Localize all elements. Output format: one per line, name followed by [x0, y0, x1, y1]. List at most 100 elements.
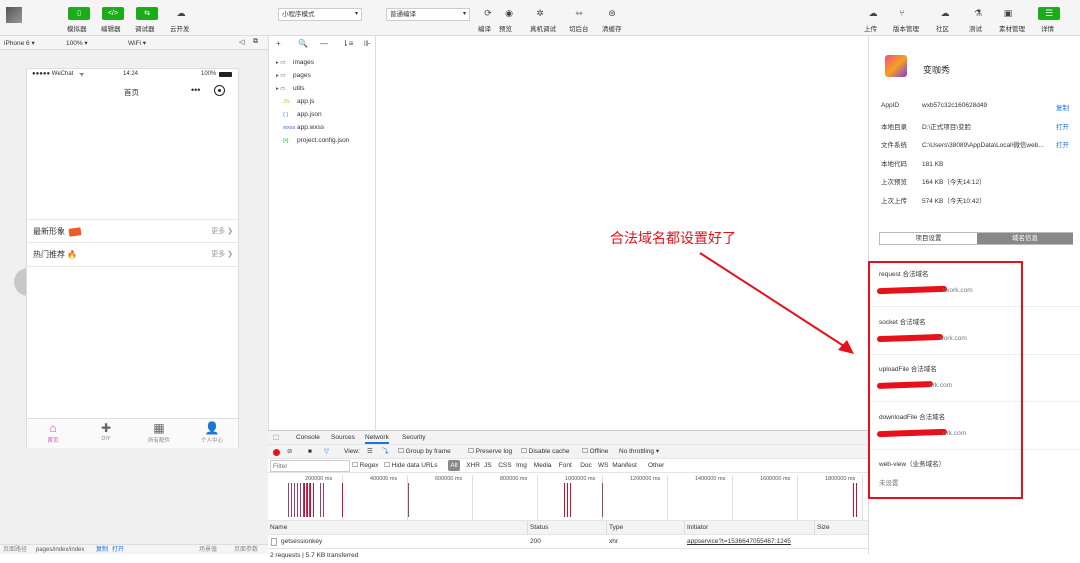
group-by-frame-checkbox[interactable]: ☐ Group by frame — [398, 445, 451, 459]
info-action-link[interactable]: 打开 — [1056, 139, 1069, 149]
info-action-link[interactable]: 打开 — [1056, 121, 1069, 131]
preserve-log-checkbox[interactable]: ☐ Preserve log — [468, 445, 512, 459]
toolbar-button-label[interactable]: 模拟器 — [67, 23, 87, 33]
debug-icon[interactable]: ⇆ — [136, 7, 158, 20]
bug-icon[interactable]: ✲ — [532, 7, 548, 20]
filter-type-regex[interactable]: ☐ Regex — [352, 459, 378, 473]
tab-security[interactable]: Security — [402, 431, 425, 445]
code-icon[interactable]: </> — [102, 7, 124, 20]
search-icon[interactable]: 🔍 — [298, 39, 308, 48]
collapse-icon[interactable]: — — [320, 39, 328, 48]
close-capsule-icon[interactable] — [214, 85, 225, 96]
more-link[interactable]: 更多 ❯ — [211, 220, 233, 244]
background-icon[interactable]: ⇿ — [571, 7, 587, 20]
filter-type-other[interactable]: Other — [648, 459, 664, 473]
action-label[interactable]: 真机调试 — [530, 23, 556, 33]
popout-icon[interactable]: ⧉ — [253, 38, 258, 46]
action-label[interactable]: 预览 — [499, 23, 512, 33]
filter-type-manifest[interactable]: Manifest — [612, 459, 637, 473]
more-link[interactable]: 更多 ❯ — [211, 243, 233, 267]
filter-input[interactable] — [270, 460, 350, 472]
list-item[interactable]: 最新形象 更多 ❯ — [27, 219, 238, 243]
refresh-icon[interactable]: ⟳ — [480, 7, 496, 20]
action-label[interactable]: 切后台 — [569, 23, 589, 33]
tab-diy[interactable]: ✚ DIY — [86, 421, 126, 442]
action-label[interactable]: 素材管理 — [999, 23, 1025, 33]
column-header[interactable]: Name — [270, 521, 287, 535]
filter-type-css[interactable]: CSS — [498, 459, 511, 473]
tab-console[interactable]: Console — [296, 431, 320, 445]
info-action-link[interactable]: 复制 — [1056, 102, 1069, 112]
filter-type-ws[interactable]: WS — [598, 459, 608, 473]
filter-type-xhr[interactable]: XHR — [466, 459, 480, 473]
version-icon[interactable]: ⑂ — [894, 7, 910, 20]
phone-icon[interactable]: ▯ — [68, 7, 90, 20]
mode-select[interactable]: 小程序模式 ▾ — [278, 8, 362, 21]
cell-initiator[interactable]: appservice?t=1536647055467:1245 — [687, 535, 791, 549]
action-label[interactable]: 详情 — [1041, 23, 1054, 33]
device-select[interactable]: iPhone 6 ▾ — [4, 39, 35, 47]
record-icon[interactable] — [273, 449, 280, 456]
filter-type-font[interactable]: Font — [559, 459, 572, 473]
file-item[interactable]: ▸ ▭ pages — [276, 72, 311, 79]
action-label[interactable]: 编译 — [478, 23, 491, 33]
avatar[interactable] — [6, 7, 22, 23]
community-icon[interactable]: ☁ — [937, 7, 953, 20]
sort-icon[interactable]: ⇂≡ — [342, 39, 353, 48]
column-header[interactable]: Type — [609, 521, 623, 535]
action-label[interactable]: 上传 — [864, 23, 877, 33]
toolbar-button-label[interactable]: 调试器 — [135, 23, 155, 33]
column-header[interactable]: Size — [817, 521, 830, 535]
file-item[interactable]: wxss app.wxss — [283, 124, 324, 131]
file-item[interactable]: ▸ ▭ utils — [276, 85, 305, 92]
tab-domain-info[interactable]: 域名信息 — [977, 233, 1073, 244]
upload-icon[interactable]: ☁ — [865, 7, 881, 20]
tab-sources[interactable]: Sources — [331, 431, 355, 445]
split-icon[interactable]: ⊪ — [364, 39, 371, 48]
tab-network[interactable]: Network — [365, 431, 389, 444]
zoom-select[interactable]: 100% ▾ — [66, 39, 88, 47]
file-item[interactable]: JS app.js — [283, 98, 314, 105]
filter-type-all[interactable]: All — [448, 460, 460, 471]
disable-cache-checkbox[interactable]: ☐ Disable cache — [521, 445, 569, 459]
list-view-icon[interactable]: ☰ — [367, 445, 373, 459]
file-item[interactable]: ▸ ▭ images — [276, 59, 314, 66]
file-item[interactable]: {•} project.config.json — [283, 137, 349, 144]
clear-cache-icon[interactable]: ⊜ — [604, 7, 620, 20]
filter-type-doc[interactable]: Doc — [580, 459, 592, 473]
action-label[interactable]: 版本管理 — [893, 23, 919, 33]
action-label[interactable]: 清缓存 — [602, 23, 622, 33]
network-select[interactable]: WiFi ▾ — [128, 39, 146, 47]
filter-type-js[interactable]: JS — [484, 459, 492, 473]
tab-home[interactable]: ⌂ 首页 — [33, 421, 73, 444]
volume-icon[interactable]: ◁ — [239, 38, 244, 46]
offline-checkbox[interactable]: ☐ Offline — [582, 445, 608, 459]
tab-profile[interactable]: 👤 个人中心 — [192, 421, 232, 444]
action-label[interactable]: 测试 — [969, 23, 982, 33]
file-item[interactable]: { } app.json — [283, 111, 322, 118]
filter-type-media[interactable]: Media — [534, 459, 552, 473]
tab-accessories[interactable]: ▦ 所有配件 — [139, 421, 179, 444]
toolbar-button-label[interactable]: 编辑器 — [101, 23, 121, 33]
cloud-dev-label[interactable]: 云开发 — [170, 23, 190, 33]
filter-icon[interactable]: ▽ — [324, 445, 329, 459]
table-row[interactable]: getsessionkey 200 xhr appservice?t=15366470… — [268, 535, 868, 549]
test-icon[interactable]: ⚗ — [970, 7, 986, 20]
cloud-icon[interactable]: ☁ — [173, 7, 189, 20]
filter-type-img[interactable]: Img — [516, 459, 527, 473]
more-menu-icon[interactable]: ••• — [191, 85, 200, 95]
filter-type-hide-data-urls[interactable]: ☐ Hide data URLs — [384, 459, 438, 473]
assets-icon[interactable]: ▣ — [1000, 7, 1016, 20]
inspect-icon[interactable]: ⬚ — [273, 431, 279, 445]
eye-icon[interactable]: ◉ — [501, 7, 517, 20]
column-header[interactable]: Status — [530, 521, 548, 535]
clear-icon[interactable]: ⊘ — [287, 445, 292, 459]
details-icon[interactable]: ☰ — [1038, 7, 1060, 20]
column-header[interactable]: Initiator — [687, 521, 708, 535]
add-icon[interactable]: + — [276, 39, 281, 48]
camera-icon[interactable]: ■ — [308, 445, 312, 459]
waterfall-icon[interactable]: ⤵ — [382, 445, 389, 459]
list-item[interactable]: 热门推荐 🔥 更多 ❯ — [27, 243, 238, 267]
compile-select[interactable]: 普通编译 ▾ — [386, 8, 470, 21]
tab-project-settings[interactable]: 项目设置 — [880, 233, 977, 244]
